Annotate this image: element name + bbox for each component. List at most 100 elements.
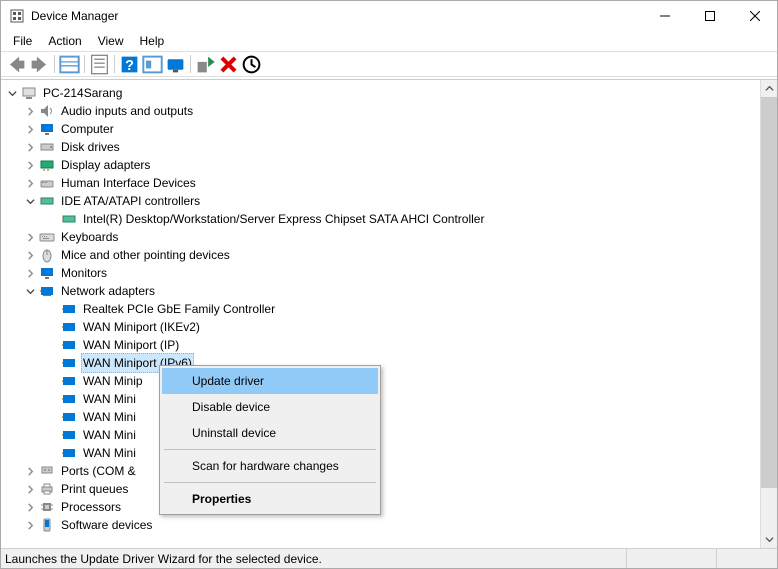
tree-node-software[interactable]: Software devices (1, 516, 777, 534)
tree-node-mice[interactable]: Mice and other pointing devices (1, 246, 777, 264)
chevron-down-icon[interactable] (5, 86, 19, 100)
chevron-right-icon[interactable] (23, 482, 37, 496)
context-menu-scan-hardware[interactable]: Scan for hardware changes (162, 453, 378, 479)
chevron-right-icon[interactable] (23, 158, 37, 172)
properties-button[interactable] (88, 53, 111, 75)
computer-icon (21, 85, 37, 101)
tree-node-printq[interactable]: Print queues (1, 480, 777, 498)
scroll-down-button[interactable] (761, 531, 777, 548)
device-tree[interactable]: PC-214Sarang Audio inputs and outputs Co… (1, 80, 777, 538)
tree-node-network-child-selected[interactable]: WAN Miniport (IPv6) (1, 354, 777, 372)
context-menu-uninstall-device[interactable]: Uninstall device (162, 420, 378, 446)
chevron-right-icon[interactable] (23, 230, 37, 244)
chevron-right-icon[interactable] (23, 266, 37, 280)
tree-node-network-child[interactable]: WAN Minip (1, 372, 777, 390)
tree-node-label: Computer (59, 120, 116, 138)
action-button[interactable] (141, 53, 164, 75)
menu-help[interactable]: Help (132, 32, 173, 50)
tree-node-keyboards[interactable]: Keyboards (1, 228, 777, 246)
tree-node-monitors[interactable]: Monitors (1, 264, 777, 282)
help-button[interactable]: ? (118, 53, 141, 75)
tree-node-label: Print queues (59, 480, 130, 498)
tree-node-label: IDE ATA/ATAPI controllers (59, 192, 202, 210)
tree-node-network-child[interactable]: WAN Mini (1, 408, 777, 426)
tree-node-processors[interactable]: Processors (1, 498, 777, 516)
tree-node-ports[interactable]: Ports (COM & (1, 462, 777, 480)
tree-node-label: WAN Minip (81, 372, 145, 390)
context-menu-disable-device[interactable]: Disable device (162, 394, 378, 420)
monitor-icon (39, 121, 55, 137)
window-controls (642, 1, 777, 31)
printer-icon (39, 481, 55, 497)
tree-node-label: Disk drives (59, 138, 122, 156)
menu-file[interactable]: File (5, 32, 40, 50)
software-device-icon (39, 517, 55, 533)
tree-node-network-child[interactable]: WAN Miniport (IP) (1, 336, 777, 354)
menu-view[interactable]: View (90, 32, 132, 50)
chevron-right-icon[interactable] (23, 464, 37, 478)
toolbar-separator (114, 55, 115, 73)
network-adapter-icon (61, 409, 77, 425)
scan-hardware-button[interactable] (164, 53, 187, 75)
uninstall-device-button[interactable] (217, 53, 240, 75)
minimize-button[interactable] (642, 1, 687, 31)
tree-node-label: Display adapters (59, 156, 152, 174)
tree-node-audio[interactable]: Audio inputs and outputs (1, 102, 777, 120)
monitor-icon (39, 265, 55, 281)
tree-node-network-child[interactable]: WAN Mini (1, 390, 777, 408)
tree-node-display[interactable]: Display adapters (1, 156, 777, 174)
context-menu-separator (164, 482, 376, 483)
tree-node-label: Processors (59, 498, 123, 516)
context-menu-properties[interactable]: Properties (162, 486, 378, 512)
cpu-icon (39, 499, 55, 515)
network-adapter-icon (61, 373, 77, 389)
show-hide-console-tree-button[interactable] (58, 53, 81, 75)
tree-node-ide[interactable]: IDE ATA/ATAPI controllers (1, 192, 777, 210)
network-adapter-icon (61, 355, 77, 371)
chevron-right-icon[interactable] (23, 176, 37, 190)
ide-controller-icon (61, 211, 77, 227)
back-button[interactable] (5, 53, 28, 75)
hid-icon (39, 175, 55, 191)
menu-bar: File Action View Help (1, 31, 777, 51)
tree-node-network[interactable]: Network adapters (1, 282, 777, 300)
close-button[interactable] (732, 1, 777, 31)
status-cell-empty (717, 549, 777, 568)
tree-node-disk[interactable]: Disk drives (1, 138, 777, 156)
tree-node-label: WAN Mini (81, 390, 138, 408)
tree-node-label: Audio inputs and outputs (59, 102, 195, 120)
keyboard-icon (39, 229, 55, 245)
tree-node-ide-child[interactable]: Intel(R) Desktop/Workstation/Server Expr… (1, 210, 777, 228)
menu-action[interactable]: Action (40, 32, 89, 50)
chevron-right-icon[interactable] (23, 518, 37, 532)
tree-node-network-child[interactable]: Realtek PCIe GbE Family Controller (1, 300, 777, 318)
chevron-down-icon[interactable] (23, 194, 37, 208)
chevron-right-icon[interactable] (23, 248, 37, 262)
tree-node-network-child[interactable]: WAN Miniport (IKEv2) (1, 318, 777, 336)
vertical-scrollbar[interactable] (760, 80, 777, 548)
scroll-up-button[interactable] (761, 80, 777, 97)
network-adapter-icon (61, 319, 77, 335)
status-cell-empty (627, 549, 717, 568)
maximize-button[interactable] (687, 1, 732, 31)
chevron-down-icon[interactable] (23, 284, 37, 298)
tree-node-label: Human Interface Devices (59, 174, 198, 192)
tree-root[interactable]: PC-214Sarang (1, 84, 777, 102)
tree-node-label: WAN Mini (81, 444, 138, 462)
chevron-right-icon[interactable] (23, 104, 37, 118)
chevron-right-icon[interactable] (23, 122, 37, 136)
update-driver-button[interactable] (240, 53, 263, 75)
scroll-thumb[interactable] (761, 97, 777, 488)
tree-node-label: WAN Miniport (IKEv2) (81, 318, 202, 336)
tree-node-computer[interactable]: Computer (1, 120, 777, 138)
tree-panel: PC-214Sarang Audio inputs and outputs Co… (1, 79, 777, 548)
tree-node-network-child[interactable]: WAN Mini (1, 444, 777, 462)
enable-device-button[interactable] (194, 53, 217, 75)
forward-button[interactable] (28, 53, 51, 75)
tree-node-network-child[interactable]: WAN Mini (1, 426, 777, 444)
tree-node-hid[interactable]: Human Interface Devices (1, 174, 777, 192)
scroll-track[interactable] (761, 97, 777, 531)
chevron-right-icon[interactable] (23, 500, 37, 514)
context-menu-update-driver[interactable]: Update driver (162, 368, 378, 394)
chevron-right-icon[interactable] (23, 140, 37, 154)
